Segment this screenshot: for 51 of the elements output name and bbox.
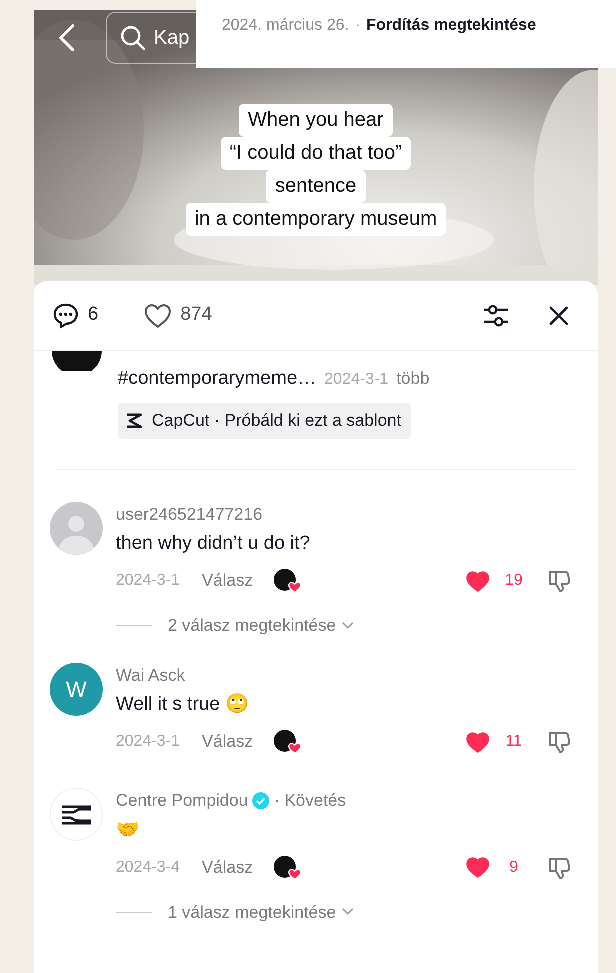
avatar	[50, 788, 103, 841]
reply-button[interactable]: Válasz	[202, 568, 254, 594]
filter-button[interactable]	[482, 302, 510, 328]
view-replies-link[interactable]: 1 válasz megtekintése	[116, 900, 354, 925]
reply-button[interactable]: Válasz	[202, 854, 254, 880]
dislike-button[interactable]	[546, 568, 572, 594]
dislike-button[interactable]	[546, 729, 572, 755]
comment-date: 2024-3-4	[116, 858, 180, 878]
comment-date: 2024-3-1	[116, 571, 180, 591]
close-button[interactable]	[548, 304, 570, 326]
more-link[interactable]: több	[396, 366, 430, 392]
template-icon	[124, 412, 144, 430]
comment-text: then why didn’t u do it?	[116, 532, 310, 556]
comment-count: 6	[88, 303, 99, 328]
like-count: 874	[180, 303, 212, 328]
video-caption: sentence	[266, 170, 366, 203]
search-icon	[120, 25, 146, 51]
description-text: #contemporarymeme…	[118, 367, 317, 391]
username: user246521477216	[116, 504, 263, 526]
template-chip[interactable]: CapCut · Próbáld ki ezt a sablont	[118, 403, 412, 438]
heart-icon	[142, 302, 173, 330]
separator-dot: ·	[355, 16, 361, 36]
video-caption: “I could do that too”	[220, 137, 412, 170]
translation-link[interactable]: Fordítás megtekintése	[366, 14, 536, 68]
avatar-letter: W	[66, 676, 87, 704]
post-date: 2024. március 26.	[222, 16, 350, 36]
view-replies-link[interactable]: 2 válasz megtekintése	[116, 613, 354, 638]
like-button[interactable]: 9	[466, 856, 532, 880]
video-caption: in a contemporary museum	[186, 203, 446, 236]
chevron-down-icon	[342, 622, 354, 630]
comment-icon	[52, 302, 80, 330]
filter-icon	[482, 302, 510, 328]
avatar	[52, 351, 102, 371]
username: Wai Asck	[116, 664, 186, 686]
like-button[interactable]: 11	[466, 730, 532, 754]
comment-text: 🤝	[116, 818, 140, 842]
search-field[interactable]: Kap	[106, 12, 196, 64]
close-icon	[548, 304, 570, 326]
post-date: 2024-3-1	[324, 370, 389, 390]
thumbs-down-icon	[546, 729, 572, 755]
avatar	[50, 502, 103, 554]
chevron-down-icon	[342, 908, 354, 916]
reply-button[interactable]: Válasz	[202, 729, 254, 755]
comment-text: Well it s true 🙄	[116, 692, 250, 717]
thumbs-down-icon	[546, 568, 572, 594]
like-button[interactable]: 19	[466, 569, 532, 593]
username: Centre Pompidou	[116, 790, 248, 812]
video-caption: When you hear	[239, 104, 393, 137]
back-icon	[57, 23, 77, 53]
comment-date: 2024-3-1	[116, 732, 180, 752]
follow-link[interactable]: · Követés	[274, 788, 346, 814]
